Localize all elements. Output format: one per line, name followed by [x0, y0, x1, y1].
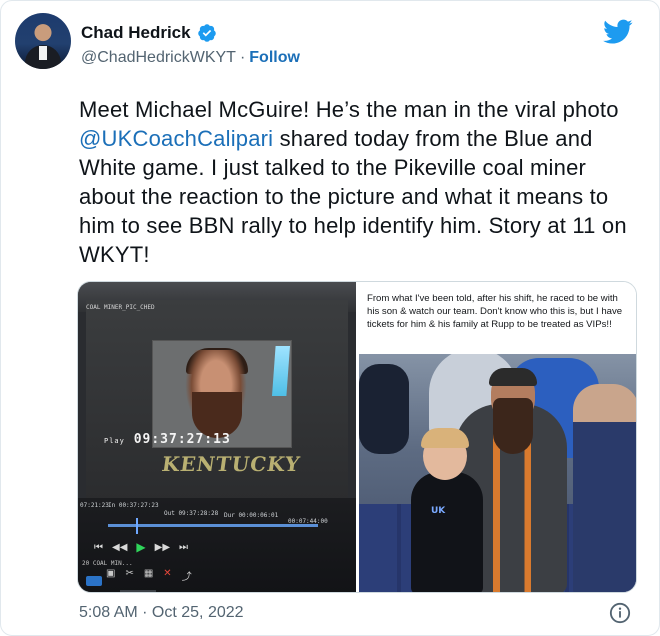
- author-avatar[interactable]: [15, 13, 71, 69]
- author-handle-row: @ChadHedrickWKYT · Follow: [81, 49, 300, 67]
- tweet-text-part-1: Meet Michael McGuire! He’s the man in th…: [79, 97, 619, 122]
- crowd-figure: [359, 364, 409, 454]
- twitter-bird-icon[interactable]: [603, 19, 633, 45]
- sequence-panel: [120, 590, 156, 592]
- timeline-code: Dur 00:00:06:01: [224, 512, 279, 519]
- mention-link[interactable]: @UKCoachCalipari: [79, 126, 273, 151]
- play-icon: ▶: [136, 540, 146, 554]
- playhead-marker: [136, 518, 138, 534]
- grid-icon: ▦: [143, 568, 154, 579]
- author-handle[interactable]: @ChadHedrickWKYT: [81, 49, 236, 67]
- info-icon[interactable]: [609, 602, 631, 624]
- delete-icon: ✕: [163, 568, 172, 579]
- timeline-track: [108, 524, 318, 527]
- overlay-graphic-text: KENTUCKY: [160, 452, 302, 476]
- tweet-card: Chad Hedrick @ChadHedrickWKYT · Follow M…: [0, 0, 660, 636]
- handle-separator: ·: [239, 49, 246, 66]
- media-photo-editing-suite[interactable]: COAL MINER_PIC_CHED Play 09:37:27:13 KEN…: [78, 282, 356, 592]
- avatar-collar: [39, 46, 47, 60]
- rewind-icon: ◀◀: [112, 541, 128, 553]
- author-display-name[interactable]: Chad Hedrick: [81, 23, 191, 43]
- sequence-label: 20 COAL MIN...: [82, 560, 133, 567]
- timecode-prefix: Play: [104, 437, 125, 445]
- camera-icon: ▣: [106, 568, 116, 579]
- media-grid: COAL MINER_PIC_CHED Play 09:37:27:13 KEN…: [77, 281, 637, 593]
- cut-icon: ✂: [125, 568, 134, 579]
- author-name-row: Chad Hedrick: [81, 23, 217, 43]
- clip-label: COAL MINER_PIC_CHED: [86, 304, 155, 311]
- arena-photo: UK: [359, 354, 636, 592]
- miner-beard: [493, 398, 533, 454]
- tweet-text: Meet Michael McGuire! He’s the man in th…: [79, 95, 639, 269]
- step-back-icon: ⏮: [94, 541, 103, 553]
- timeline-code: Out 09:37:28:28: [164, 510, 219, 517]
- record-button-graphic: [86, 576, 102, 586]
- transport-controls: ⏮ ◀◀ ▶ ▶▶ ⏭: [94, 540, 188, 554]
- verified-badge-icon: [197, 24, 216, 42]
- export-icon: ⤴: [181, 572, 192, 583]
- spectator-figure: [573, 384, 636, 592]
- timecode-readout: Play 09:37:27:13: [104, 432, 231, 447]
- monitor-screen: [86, 300, 348, 514]
- step-forward-icon: ⏭: [179, 541, 189, 553]
- tweet-timestamp[interactable]: 5:08 AM · Oct 25, 2022: [79, 604, 244, 622]
- follow-button[interactable]: Follow: [249, 49, 300, 67]
- timecode-main: 09:37:27:13: [133, 432, 231, 447]
- forward-icon: ▶▶: [154, 541, 171, 553]
- editor-tools: ▣ ✂ ▦ ✕ ⤴: [106, 568, 192, 583]
- editor-timeline: 07:21:23 In 00:37:27:23 Out 09:37:28:28 …: [78, 498, 356, 592]
- boy-shirt-text: UK: [431, 506, 446, 516]
- boy-hair: [421, 428, 469, 448]
- screenshot-caption: From what I've been told, after his shif…: [367, 293, 623, 331]
- timeline-code: In 00:37:27:23: [108, 502, 159, 509]
- miner-cap: [489, 368, 537, 386]
- timeline-code: 07:21:23: [80, 502, 109, 509]
- boy-figure: [411, 472, 483, 592]
- media-photo-stands[interactable]: From what I've been told, after his shif…: [359, 282, 636, 592]
